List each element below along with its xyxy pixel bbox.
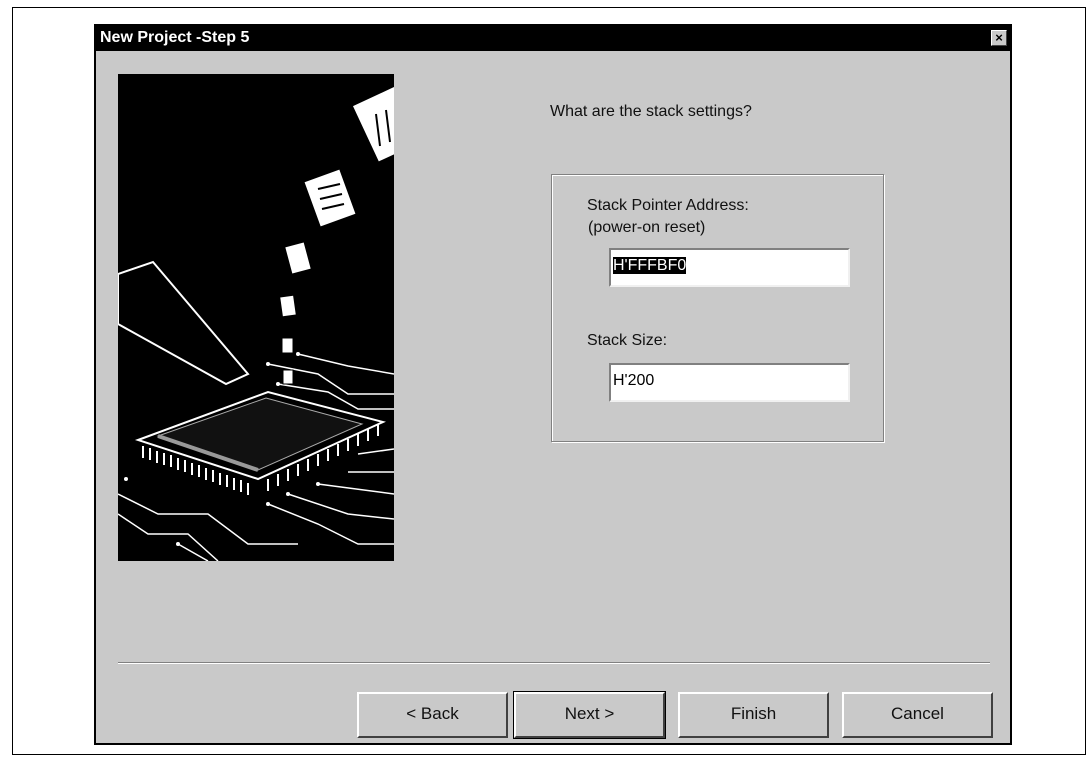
stack-settings-question: What are the stack settings?	[550, 103, 752, 120]
title-bar: New Project -Step 5 ×	[96, 26, 1010, 51]
finish-button[interactable]: Finish	[678, 692, 829, 738]
stack-pointer-sublabel: (power-on reset)	[588, 219, 706, 236]
stack-pointer-address-input[interactable]: H'FFFBF0	[609, 248, 850, 287]
stack-pointer-address-value: H'FFFBF0	[613, 257, 687, 274]
button-separator	[118, 662, 990, 664]
window-title: New Project -Step 5	[100, 29, 250, 46]
cancel-button[interactable]: Cancel	[842, 692, 993, 738]
stack-size-input[interactable]: H'200	[609, 363, 850, 402]
stack-size-value: H'200	[613, 372, 655, 389]
stack-size-label: Stack Size:	[587, 332, 668, 349]
wizard-illustration	[118, 74, 394, 561]
close-button[interactable]: ×	[991, 30, 1007, 46]
stack-settings-group: Stack Pointer Address: (power-on reset) …	[551, 174, 884, 442]
close-icon: ×	[995, 30, 1003, 45]
stack-pointer-label: Stack Pointer Address:	[587, 197, 749, 214]
new-project-wizard-dialog: New Project -Step 5 × What are the stack…	[94, 24, 1012, 745]
back-button[interactable]: < Back	[357, 692, 508, 738]
chip-illustration	[118, 74, 394, 561]
next-button[interactable]: Next >	[513, 691, 666, 739]
